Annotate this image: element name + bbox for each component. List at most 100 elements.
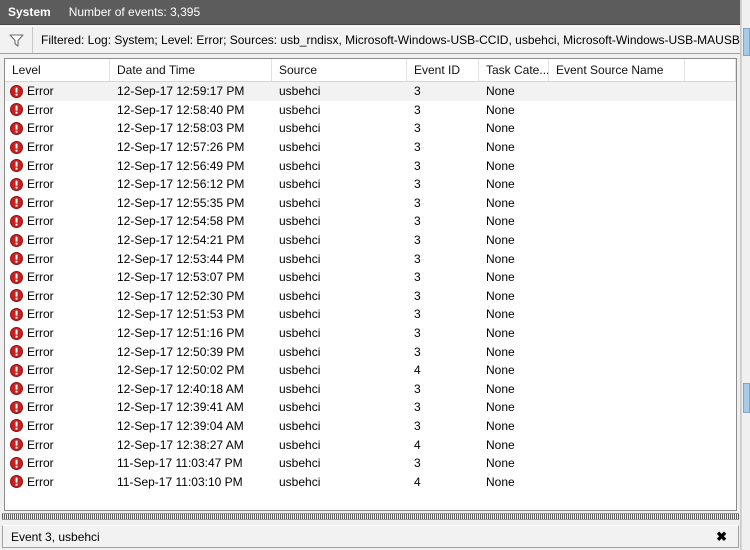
scrollbar-thumb-lower[interactable] [743, 383, 750, 413]
level-label: Error [27, 102, 54, 117]
cell-task-category: None [486, 288, 515, 303]
table-row[interactable]: Error 12-Sep-17 12:53:07 PM usbehci 3 None [5, 268, 736, 287]
column-header-event-id[interactable]: Event ID [407, 59, 479, 81]
table-row[interactable]: Error 12-Sep-17 12:51:53 PM usbehci 3 None [5, 305, 736, 324]
cell-event-source-name [549, 454, 685, 473]
event-count-label: Number of events: 3,395 [68, 5, 201, 19]
funnel-icon [0, 27, 33, 53]
error-icon [10, 177, 23, 191]
cell-event-source-name [549, 268, 685, 287]
table-row[interactable]: Error 12-Sep-17 12:58:40 PM usbehci 3 None [5, 101, 736, 120]
cell-date-and-time: 12-Sep-17 12:56:12 PM [117, 177, 245, 192]
cell-filler [685, 380, 736, 399]
cell-filler [685, 398, 736, 417]
table-row[interactable]: Error 11-Sep-17 11:03:10 PM usbehci 4 None [5, 472, 736, 491]
table-row[interactable]: Error 12-Sep-17 12:56:12 PM usbehci 3 None [5, 175, 736, 194]
cell-source: usbehci [279, 456, 321, 471]
cell-event-source-name [549, 231, 685, 250]
table-row[interactable]: Error 12-Sep-17 12:53:44 PM usbehci 3 None [5, 249, 736, 268]
scrollbar-thumb-upper[interactable] [743, 28, 750, 56]
error-icon [10, 159, 23, 173]
cell-date-and-time: 12-Sep-17 12:58:03 PM [117, 121, 245, 136]
table-row[interactable]: Error 12-Sep-17 12:56:49 PM usbehci 3 None [5, 156, 736, 175]
table-row[interactable]: Error 12-Sep-17 12:52:30 PM usbehci 3 None [5, 287, 736, 306]
filter-bar[interactable]: Filtered: Log: System; Level: Error; Sou… [0, 26, 741, 54]
events-list-panel: Level Date and Time Source Event ID Task… [4, 58, 737, 511]
cell-task-category: None [486, 474, 515, 489]
cell-task-category: None [486, 456, 515, 471]
cell-event-id: 3 [414, 456, 421, 471]
error-icon [10, 438, 23, 452]
column-header-date-and-time[interactable]: Date and Time [110, 59, 272, 81]
cell-level: Error [5, 342, 110, 361]
column-header-task-category[interactable]: Task Cate... [479, 59, 549, 81]
cell-event-source-name [549, 417, 685, 436]
cell-event-id: 4 [414, 474, 421, 489]
cell-task-category: None [486, 214, 515, 229]
error-icon [10, 400, 23, 414]
cell-date-and-time: 12-Sep-17 12:55:35 PM [117, 195, 245, 210]
cell-event-source-name [549, 305, 685, 324]
cell-task-category: None [486, 158, 515, 173]
table-row[interactable]: Error 12-Sep-17 12:57:26 PM usbehci 3 None [5, 138, 736, 157]
table-row[interactable]: Error 12-Sep-17 12:50:02 PM usbehci 4 None [5, 361, 736, 380]
level-label: Error [27, 158, 54, 173]
level-label: Error [27, 437, 54, 452]
cell-task-category: None [486, 177, 515, 192]
status-text: Event 3, usbehci [11, 529, 100, 544]
cell-date-and-time: 12-Sep-17 12:58:40 PM [117, 102, 245, 117]
table-row[interactable]: Error 11-Sep-17 11:03:47 PM usbehci 3 None [5, 454, 736, 473]
cell-task-category: None [486, 437, 515, 452]
cell-event-source-name [549, 249, 685, 268]
table-row[interactable]: Error 12-Sep-17 12:40:18 AM usbehci 3 None [5, 380, 736, 399]
cell-date-and-time: 12-Sep-17 12:54:21 PM [117, 233, 245, 248]
table-row[interactable]: Error 12-Sep-17 12:54:21 PM usbehci 3 None [5, 231, 736, 250]
outer-vertical-scrollbar[interactable] [741, 0, 750, 550]
error-icon [10, 233, 23, 247]
cell-event-source-name [549, 324, 685, 343]
cell-level: Error [5, 194, 110, 213]
table-row[interactable]: Error 12-Sep-17 12:39:41 AM usbehci 3 None [5, 398, 736, 417]
column-header-level[interactable]: Level [5, 59, 110, 81]
cell-level: Error [5, 454, 110, 473]
cell-filler [685, 342, 736, 361]
cell-filler [685, 82, 736, 101]
level-label: Error [27, 307, 54, 322]
table-row[interactable]: Error 12-Sep-17 12:55:35 PM usbehci 3 None [5, 194, 736, 213]
cell-event-source-name [549, 361, 685, 380]
cell-event-id: 3 [414, 418, 421, 433]
table-row[interactable]: Error 12-Sep-17 12:50:39 PM usbehci 3 None [5, 342, 736, 361]
table-row[interactable]: Error 12-Sep-17 12:59:17 PM usbehci 3 None [5, 82, 736, 101]
error-icon [10, 419, 23, 433]
cell-filler [685, 212, 736, 231]
log-name-label: System [8, 5, 51, 19]
close-icon[interactable]: ✖ [713, 529, 730, 544]
table-row[interactable]: Error 12-Sep-17 12:38:27 AM usbehci 4 None [5, 435, 736, 454]
panel-splitter[interactable] [2, 513, 739, 520]
cell-event-source-name [549, 194, 685, 213]
cell-filler [685, 119, 736, 138]
cell-source: usbehci [279, 233, 321, 248]
error-icon [10, 252, 23, 266]
cell-level: Error [5, 138, 110, 157]
cell-filler [685, 417, 736, 436]
error-icon [10, 196, 23, 210]
event-viewer-pane: System Number of events: 3,395 Filtered:… [0, 0, 750, 550]
table-row[interactable]: Error 12-Sep-17 12:39:04 AM usbehci 3 None [5, 417, 736, 436]
cell-event-source-name [549, 398, 685, 417]
column-header-event-source-name[interactable]: Event Source Name [549, 59, 685, 81]
table-row[interactable]: Error 12-Sep-17 12:51:16 PM usbehci 3 None [5, 324, 736, 343]
cell-filler [685, 194, 736, 213]
cell-filler [685, 324, 736, 343]
table-row[interactable]: Error 12-Sep-17 12:54:58 PM usbehci 3 None [5, 212, 736, 231]
cell-task-category: None [486, 140, 515, 155]
cell-source: usbehci [279, 251, 321, 266]
cell-source: usbehci [279, 195, 321, 210]
log-header-bar: System Number of events: 3,395 [0, 0, 741, 25]
cell-task-category: None [486, 307, 515, 322]
column-header-source[interactable]: Source [272, 59, 407, 81]
cell-event-id: 3 [414, 195, 421, 210]
cell-event-source-name [549, 472, 685, 491]
table-row[interactable]: Error 12-Sep-17 12:58:03 PM usbehci 3 None [5, 119, 736, 138]
cell-event-source-name [549, 101, 685, 120]
